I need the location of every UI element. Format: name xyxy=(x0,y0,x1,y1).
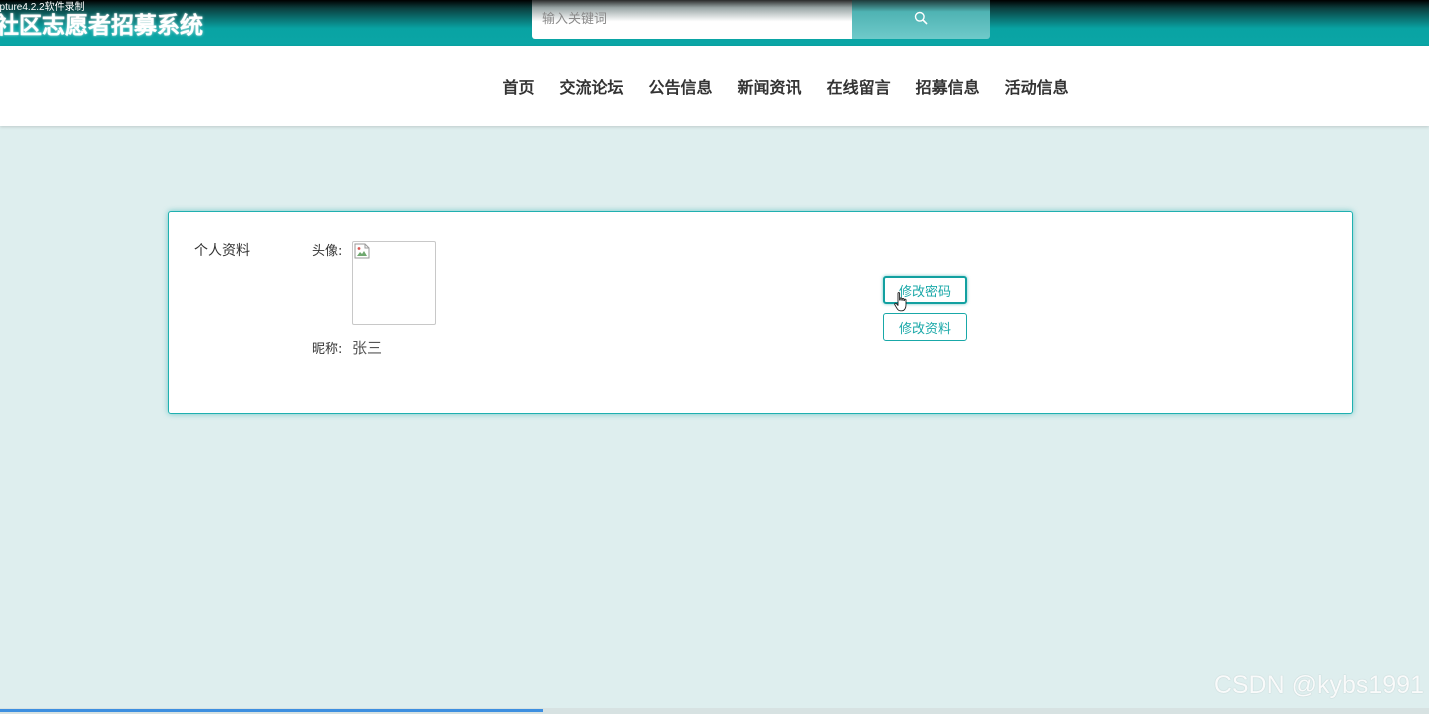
profile-card: 个人资料 头像: 昵称: 张三 修改密码 修改资料 xyxy=(168,211,1353,414)
broken-image-icon xyxy=(354,243,370,263)
nav-item-recruitment[interactable]: 招募信息 xyxy=(903,74,992,98)
site-title: 社区志愿者招募系统 xyxy=(0,13,203,39)
page-scrollbar[interactable] xyxy=(0,708,1429,714)
nav-item-messages[interactable]: 在线留言 xyxy=(814,74,903,98)
search-button[interactable] xyxy=(852,0,990,39)
avatar-label: 头像: xyxy=(312,244,343,259)
search-bar xyxy=(532,0,990,40)
csdn-watermark: CSDN @kybs1991 xyxy=(1213,671,1424,699)
main-nav: 首页 交流论坛 公告信息 新闻资讯 在线留言 招募信息 活动信息 xyxy=(0,46,1429,126)
page-scroll-thumb[interactable] xyxy=(0,709,543,712)
edit-profile-button[interactable]: 修改资料 xyxy=(883,313,967,341)
profile-heading: 个人资料 xyxy=(194,243,250,259)
nav-item-news[interactable]: 新闻资讯 xyxy=(725,74,814,98)
search-input[interactable] xyxy=(532,0,852,39)
nav-item-announcements[interactable]: 公告信息 xyxy=(636,74,725,98)
top-header: apture4.2.2软件录制 社区志愿者招募系统 xyxy=(0,0,1429,46)
nickname-value: 张三 xyxy=(352,339,383,357)
nickname-label: 昵称: xyxy=(312,342,343,357)
nav-item-home[interactable]: 首页 xyxy=(490,74,547,98)
nav-item-activities[interactable]: 活动信息 xyxy=(992,74,1081,98)
search-icon xyxy=(914,11,928,28)
change-password-button[interactable]: 修改密码 xyxy=(883,276,967,304)
nav-list: 首页 交流论坛 公告信息 新闻资讯 在线留言 招募信息 活动信息 xyxy=(490,46,1081,126)
avatar xyxy=(352,241,436,325)
nav-item-forum[interactable]: 交流论坛 xyxy=(547,74,636,98)
